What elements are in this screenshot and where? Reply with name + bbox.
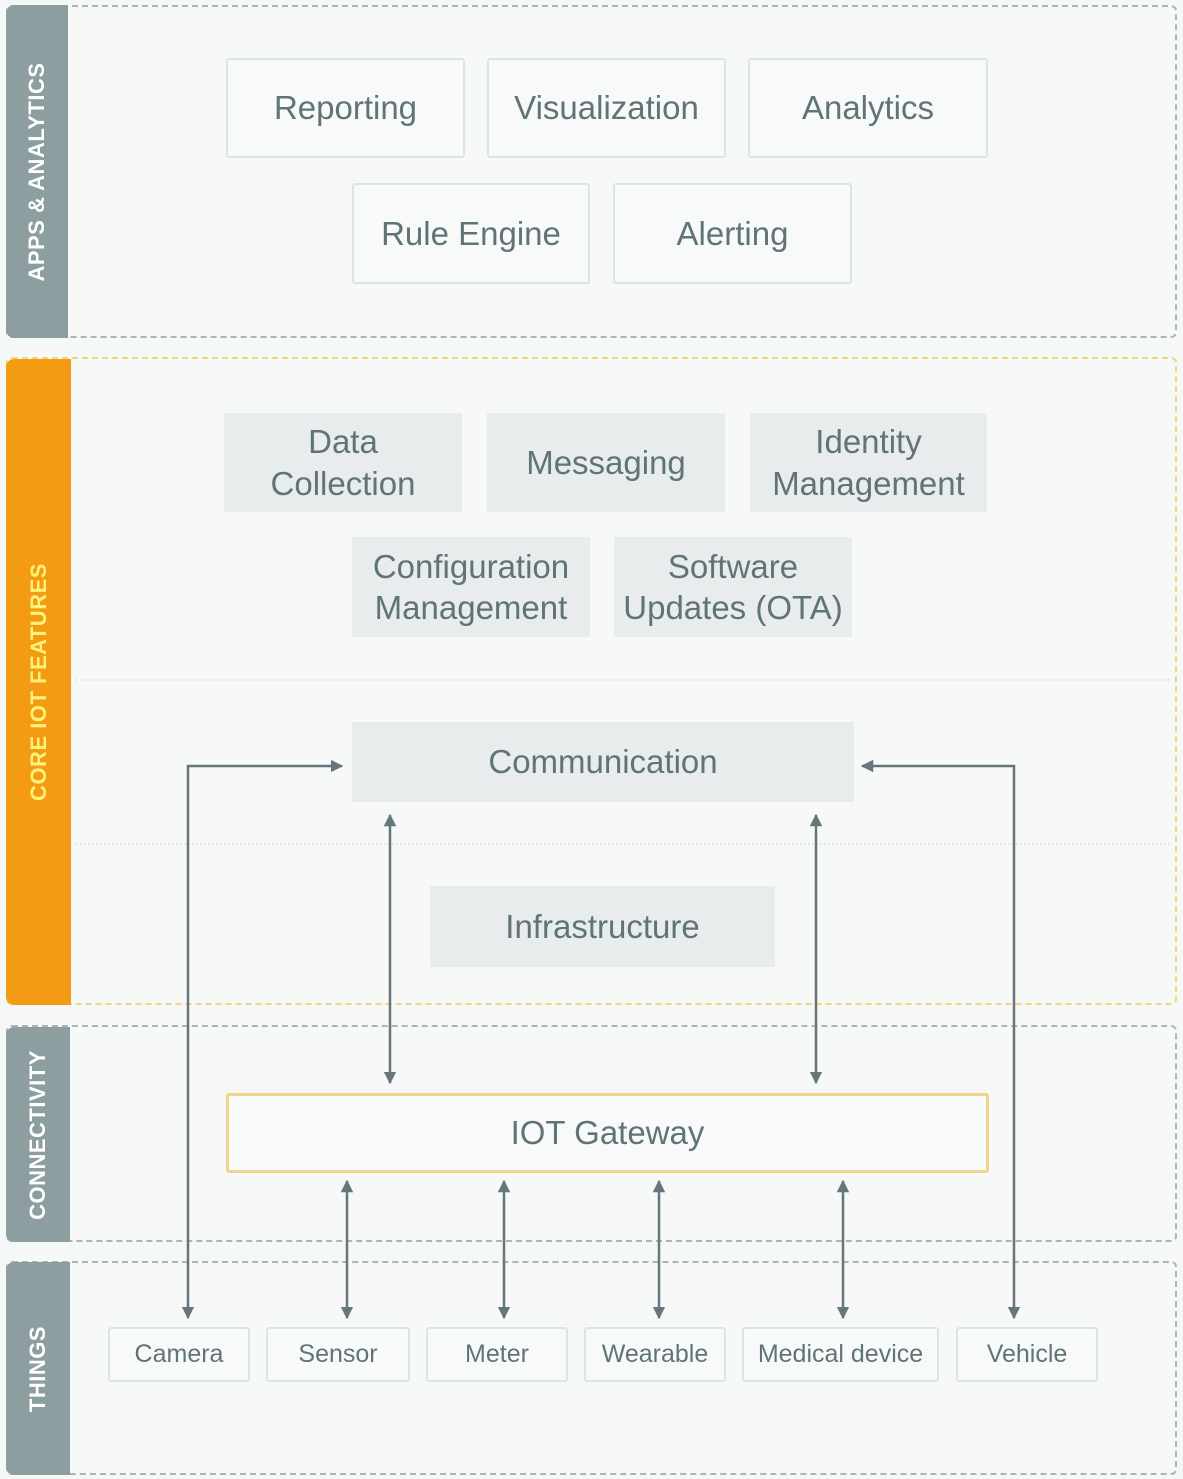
arrow-camera-communication [181,759,344,1320]
connection-arrows [181,759,1021,1320]
arrow-vehicle-communication [860,759,1021,1320]
